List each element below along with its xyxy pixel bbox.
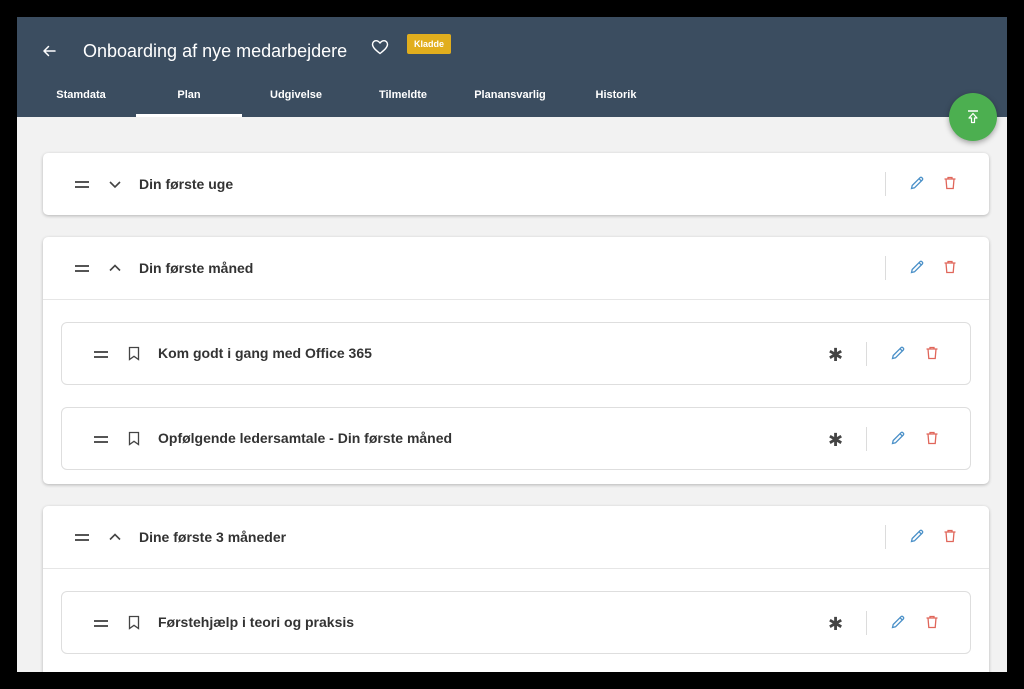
section-header: Din første uge <box>43 153 989 215</box>
tab-label: Stamdata <box>56 89 106 101</box>
section-title: Din første måned <box>139 260 254 276</box>
pencil-icon <box>891 615 905 629</box>
drag-handle-icon[interactable] <box>75 532 89 542</box>
chevron-up-icon[interactable] <box>107 260 123 276</box>
section-card: Din første måned Kom godt i gang med Off… <box>43 237 989 484</box>
delete-button[interactable] <box>923 613 941 631</box>
drag-handle-icon[interactable] <box>75 263 89 273</box>
trash-icon <box>926 431 938 445</box>
tab-bar: Stamdata Plan Udgivelse Tilmeldte Planan… <box>17 79 1007 117</box>
item-title: Kom godt i gang med Office 365 <box>158 345 372 361</box>
list-item: Kom godt i gang med Office 365 ✱ <box>61 322 971 385</box>
tab-historik[interactable]: Historik <box>583 79 649 117</box>
divider <box>885 256 886 280</box>
divider <box>866 427 867 451</box>
tab-label: Planansvarlig <box>474 89 546 101</box>
divider <box>866 611 867 635</box>
trash-icon <box>944 176 956 190</box>
section-body: Førstehjælp i teori og praksis ✱ <box>43 568 989 672</box>
bookmark-icon <box>128 431 140 446</box>
pencil-icon <box>910 176 924 190</box>
heart-outline-icon <box>371 39 389 55</box>
section-header: Dine første 3 måneder <box>43 506 989 568</box>
trash-icon <box>944 260 956 274</box>
delete-button[interactable] <box>941 527 959 545</box>
delete-button[interactable] <box>923 344 941 362</box>
trash-icon <box>944 529 956 543</box>
divider <box>866 342 867 366</box>
tab-planansvarlig[interactable]: Planansvarlig <box>465 79 555 117</box>
pencil-icon <box>910 260 924 274</box>
edit-button[interactable] <box>889 429 907 447</box>
tab-label: Historik <box>595 89 637 101</box>
required-asterisk-icon[interactable]: ✱ <box>828 346 843 364</box>
section-title: Din første uge <box>139 176 234 192</box>
delete-button[interactable] <box>923 429 941 447</box>
trash-icon <box>926 615 938 629</box>
page-title: Onboarding af nye medarbejdere <box>83 41 348 61</box>
status-badge: Kladde <box>407 34 452 54</box>
edit-button[interactable] <box>908 258 926 276</box>
tab-stamdata[interactable]: Stamdata <box>39 79 123 117</box>
chevron-up-icon[interactable] <box>107 529 123 545</box>
drag-handle-icon[interactable] <box>94 349 108 359</box>
arrow-left-icon <box>43 45 56 57</box>
publish-fab-button[interactable] <box>949 93 997 141</box>
publish-upload-icon <box>968 110 978 124</box>
section-card: Din første uge <box>43 153 989 215</box>
required-asterisk-icon[interactable]: ✱ <box>828 431 843 449</box>
tab-label: Tilmeldte <box>378 89 428 101</box>
pencil-icon <box>910 529 924 543</box>
edit-button[interactable] <box>908 174 926 192</box>
trash-icon <box>926 346 938 360</box>
tab-label: Plan <box>177 89 201 101</box>
divider <box>885 172 886 196</box>
app-screen: Onboarding af nye medarbejdere Kladde St… <box>17 17 1007 672</box>
edit-button[interactable] <box>889 344 907 362</box>
pencil-icon <box>891 431 905 445</box>
pencil-icon <box>891 346 905 360</box>
section-header: Din første måned <box>43 237 989 299</box>
favorite-button[interactable] <box>369 36 391 58</box>
tab-plan[interactable]: Plan <box>136 79 242 117</box>
edit-button[interactable] <box>889 613 907 631</box>
drag-handle-icon[interactable] <box>75 179 89 189</box>
chevron-down-icon[interactable] <box>107 176 123 192</box>
device-frame: Onboarding af nye medarbejdere Kladde St… <box>0 0 1024 689</box>
section-card: Dine første 3 måneder Førstehjælp i teor… <box>43 506 989 672</box>
item-title: Førstehjælp i teori og praksis <box>158 614 355 630</box>
back-button[interactable] <box>37 39 61 63</box>
app-header: Onboarding af nye medarbejdere Kladde St… <box>17 17 1007 117</box>
divider <box>885 525 886 549</box>
drag-handle-icon[interactable] <box>94 434 108 444</box>
list-item: Førstehjælp i teori og praksis ✱ <box>61 591 971 654</box>
bookmark-icon <box>128 346 140 361</box>
tab-label: Udgivelse <box>270 89 322 101</box>
tab-tilmeldte[interactable]: Tilmeldte <box>365 79 441 117</box>
tab-udgivelse[interactable]: Udgivelse <box>257 79 335 117</box>
list-item: Opfølgende ledersamtale - Din første mån… <box>61 407 971 470</box>
edit-button[interactable] <box>908 527 926 545</box>
drag-handle-icon[interactable] <box>94 618 108 628</box>
delete-button[interactable] <box>941 258 959 276</box>
bookmark-icon <box>128 615 140 630</box>
item-title: Opfølgende ledersamtale - Din første mån… <box>158 430 453 446</box>
required-asterisk-icon[interactable]: ✱ <box>828 615 843 633</box>
delete-button[interactable] <box>941 174 959 192</box>
section-body: Kom godt i gang med Office 365 ✱ Opfølge… <box>43 299 989 484</box>
section-title: Dine første 3 måneder <box>139 529 287 545</box>
